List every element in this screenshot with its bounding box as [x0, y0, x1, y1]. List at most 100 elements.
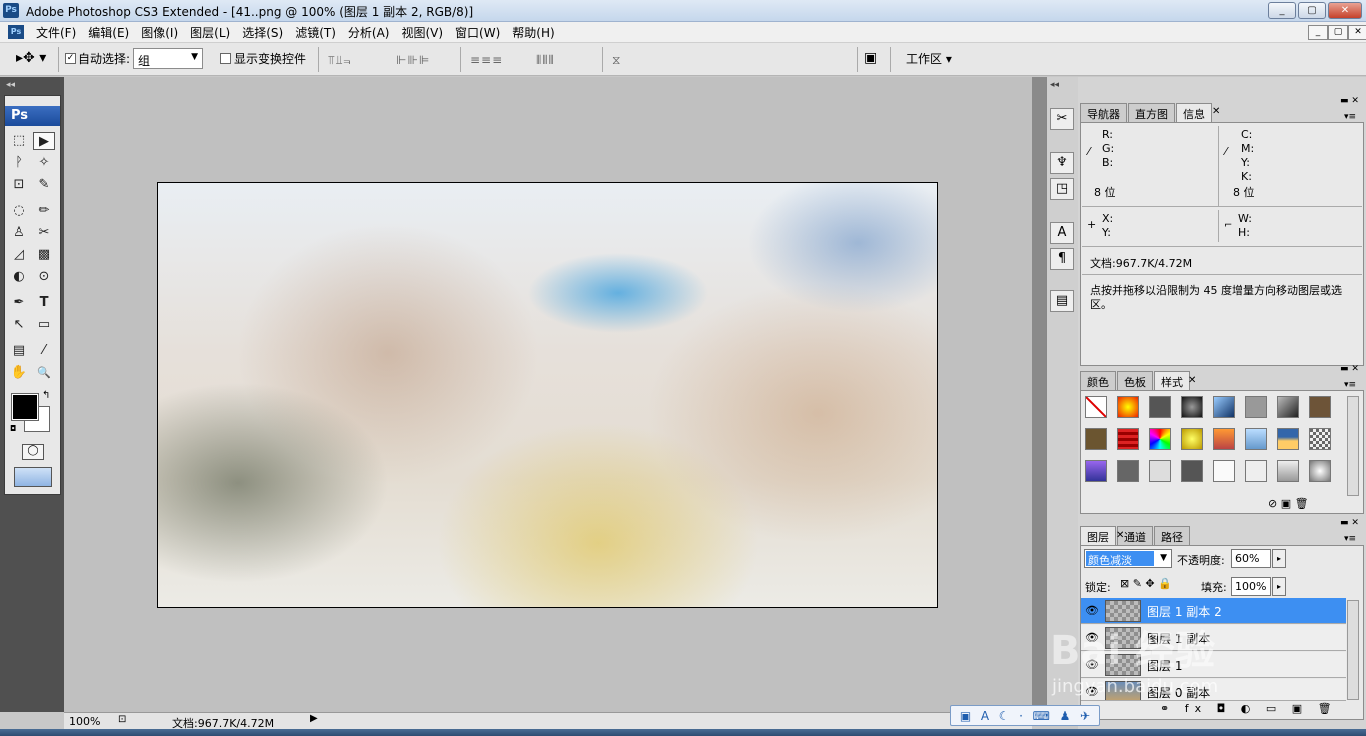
menu-file[interactable]: 文件(F): [30, 24, 82, 41]
foreground-color-swatch[interactable]: [11, 393, 39, 421]
layers-scrollbar[interactable]: [1347, 600, 1359, 700]
style-swatch[interactable]: [1181, 460, 1203, 482]
auto-align-icon[interactable]: ⧖: [612, 53, 621, 68]
style-swatch[interactable]: [1309, 460, 1331, 482]
marquee-tool[interactable]: ⬚: [8, 132, 30, 150]
hand-tool[interactable]: ✋: [8, 364, 30, 382]
status-menu-icon[interactable]: ▶: [310, 713, 318, 724]
style-swatch[interactable]: [1245, 396, 1267, 418]
default-colors-icon[interactable]: ◘: [10, 424, 16, 433]
menu-image[interactable]: 图像(I): [135, 24, 184, 41]
opacity-input[interactable]: 60%: [1231, 549, 1271, 568]
ime-mode-icon[interactable]: ▣: [960, 709, 971, 723]
layer-comps-icon[interactable]: ▤: [1050, 290, 1074, 312]
path-select-tool[interactable]: ↖: [8, 316, 30, 334]
ime-moon-icon[interactable]: ☾: [999, 709, 1010, 723]
character-icon[interactable]: A: [1050, 222, 1074, 244]
status-icon[interactable]: ⊡: [118, 714, 126, 725]
quick-mask-icon[interactable]: ◯: [22, 444, 44, 460]
zoom-level[interactable]: 100%: [69, 715, 100, 728]
crop-tool[interactable]: ⊡: [8, 176, 30, 194]
history-brush-tool[interactable]: ✂: [33, 224, 55, 242]
tab-color[interactable]: 颜色: [1080, 371, 1116, 390]
style-swatch[interactable]: [1245, 460, 1267, 482]
move-tool[interactable]: ▶: [33, 132, 55, 150]
delete-style-icon[interactable]: ⊘ ▣ 🗑: [1268, 497, 1309, 510]
style-swatch[interactable]: [1245, 428, 1267, 450]
brush-tool[interactable]: ✏: [33, 202, 55, 220]
tab-close-icon[interactable]: ✕: [1116, 530, 1124, 541]
distribute-top-icon[interactable]: ≡≡≡: [470, 53, 503, 67]
menu-select[interactable]: 选择(S): [236, 24, 289, 41]
style-swatch[interactable]: [1309, 428, 1331, 450]
style-swatch[interactable]: [1149, 460, 1171, 482]
close-button[interactable]: ✕: [1328, 2, 1362, 19]
tab-layers[interactable]: 图层: [1080, 526, 1116, 545]
style-swatch[interactable]: [1117, 396, 1139, 418]
expand-icon[interactable]: ◂◂: [1050, 80, 1059, 90]
style-swatch[interactable]: [1213, 396, 1235, 418]
eraser-tool[interactable]: ◿: [8, 246, 30, 264]
ime-letter-icon[interactable]: A: [981, 709, 989, 723]
panel-menu-icon[interactable]: ▬ ✕: [1340, 96, 1359, 106]
tab-info[interactable]: 信息: [1176, 103, 1212, 122]
swap-colors-icon[interactable]: ↰: [42, 390, 50, 401]
lasso-tool[interactable]: ᚹ: [8, 154, 30, 172]
ime-punct-icon[interactable]: ·: [1019, 709, 1023, 723]
style-swatch[interactable]: [1277, 396, 1299, 418]
fill-slider-icon[interactable]: ▸: [1272, 577, 1286, 596]
panel-menu-icon[interactable]: ▬ ✕: [1340, 364, 1359, 374]
menu-help[interactable]: 帮助(H): [506, 24, 560, 41]
style-swatch[interactable]: [1181, 428, 1203, 450]
paragraph-icon[interactable]: ¶: [1050, 248, 1074, 270]
restore-button[interactable]: ▢: [1298, 2, 1326, 19]
doc-restore-button[interactable]: ▢: [1328, 25, 1348, 40]
style-swatch[interactable]: [1085, 428, 1107, 450]
healing-brush-tool[interactable]: ◌: [8, 202, 30, 220]
tab-close-icon[interactable]: ✕: [1188, 375, 1196, 386]
panel-options-icon[interactable]: ▾≡: [1344, 534, 1356, 544]
styles-scrollbar[interactable]: [1347, 396, 1359, 496]
type-tool[interactable]: T: [33, 294, 55, 312]
ime-keyboard-icon[interactable]: ⌨: [1033, 709, 1050, 723]
shape-tool[interactable]: ▭: [33, 316, 55, 334]
panel-options-icon[interactable]: ▾≡: [1344, 112, 1356, 122]
tab-close-icon[interactable]: ✕: [1212, 106, 1220, 117]
screen-mode-icon[interactable]: [14, 467, 52, 487]
show-transform-checkbox[interactable]: [220, 53, 231, 64]
auto-select-dropdown[interactable]: 组 ▼: [133, 48, 203, 69]
minimize-button[interactable]: _: [1268, 2, 1296, 19]
menu-filter[interactable]: 滤镜(T): [289, 24, 342, 41]
dodge-tool[interactable]: ⊙: [33, 268, 55, 286]
doc-minimize-button[interactable]: _: [1308, 25, 1328, 40]
collapse-icon[interactable]: ◂◂: [6, 80, 15, 90]
style-swatch[interactable]: [1117, 428, 1139, 450]
eyedropper-tool[interactable]: ⁄: [33, 342, 55, 360]
bridge-icon[interactable]: ▣: [864, 50, 877, 66]
style-swatch[interactable]: [1085, 460, 1107, 482]
menu-view[interactable]: 视图(V): [395, 24, 449, 41]
gradient-tool[interactable]: ▩: [33, 246, 55, 264]
notes-tool[interactable]: ▤: [8, 342, 30, 360]
menu-analysis[interactable]: 分析(A): [342, 24, 396, 41]
tab-paths[interactable]: 路径: [1154, 526, 1190, 545]
tab-histogram[interactable]: 直方图: [1128, 103, 1175, 122]
clone-stamp-tool[interactable]: ♙: [8, 224, 30, 242]
panel-options-icon[interactable]: ▾≡: [1344, 380, 1356, 390]
menu-window[interactable]: 窗口(W): [449, 24, 506, 41]
layer-actions-icons[interactable]: ⚭ fx ◘ ◐ ▭ ▣ 🗑: [1160, 702, 1338, 715]
style-swatch[interactable]: [1213, 460, 1235, 482]
panel-menu-icon[interactable]: ▬ ✕: [1340, 518, 1359, 528]
slice-tool[interactable]: ✎: [33, 176, 55, 194]
distribute-left-icon[interactable]: ⦀⦀⦀: [536, 53, 555, 68]
style-swatch[interactable]: [1117, 460, 1139, 482]
magic-wand-tool[interactable]: ✧: [33, 154, 55, 172]
tab-styles[interactable]: 样式: [1154, 371, 1190, 390]
style-swatch[interactable]: [1149, 396, 1171, 418]
style-swatch[interactable]: [1309, 396, 1331, 418]
menu-edit[interactable]: 编辑(E): [82, 24, 135, 41]
blur-tool[interactable]: ◐: [8, 268, 30, 286]
zoom-tool[interactable]: 🔍: [33, 364, 55, 382]
ime-user-icon[interactable]: ♟: [1060, 709, 1071, 723]
lock-icons[interactable]: ⊠ ✎ ✥ 🔒: [1120, 577, 1172, 590]
